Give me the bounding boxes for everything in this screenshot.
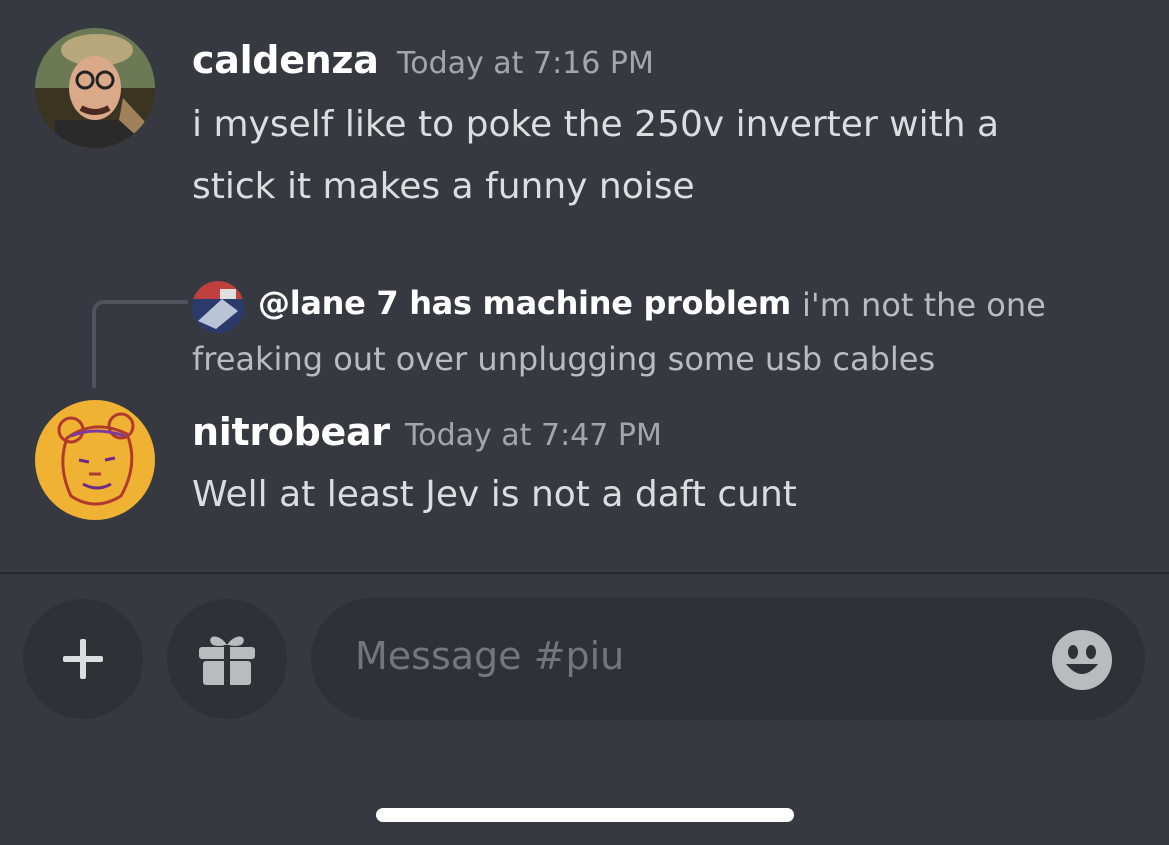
gift-button[interactable] bbox=[167, 599, 287, 719]
reply-text-line[interactable]: i'm not the one bbox=[802, 286, 1046, 324]
message-timestamp: Today at 7:16 PM bbox=[397, 46, 654, 81]
avatar-nitrobear[interactable] bbox=[35, 400, 155, 520]
message-text-line: stick it makes a funny noise bbox=[192, 166, 695, 207]
message-input-placeholder[interactable]: Message #piu bbox=[355, 634, 624, 678]
gift-icon bbox=[199, 636, 255, 687]
reply-author[interactable]: @lane 7 has machine problem bbox=[258, 284, 791, 322]
composer-divider bbox=[0, 572, 1169, 574]
message-text-line: Well at least Jev is not a daft cunt bbox=[192, 474, 797, 515]
home-indicator[interactable] bbox=[376, 808, 794, 822]
add-attachment-button[interactable] bbox=[23, 599, 143, 719]
reply-connector bbox=[92, 300, 188, 388]
emoji-button[interactable] bbox=[1050, 628, 1114, 692]
message-author[interactable]: nitrobear bbox=[192, 410, 390, 454]
message-timestamp: Today at 7:47 PM bbox=[405, 418, 662, 453]
message-author[interactable]: caldenza bbox=[192, 38, 379, 82]
plus-icon bbox=[63, 639, 103, 679]
emoji-smile-icon bbox=[1052, 630, 1112, 690]
message-text-line: i myself like to poke the 250v inverter … bbox=[192, 104, 1000, 145]
avatar-caldenza[interactable] bbox=[35, 28, 155, 148]
reply-avatar[interactable] bbox=[192, 281, 244, 333]
reply-text-line[interactable]: freaking out over unplugging some usb ca… bbox=[192, 340, 935, 378]
